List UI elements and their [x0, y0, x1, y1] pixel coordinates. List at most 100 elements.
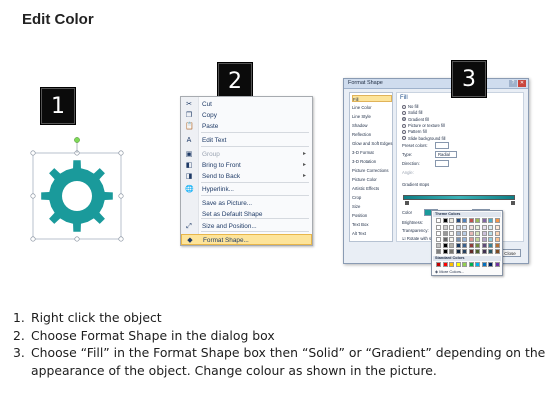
category-line-color[interactable]: Line Color [352, 104, 392, 111]
color-swatch[interactable] [449, 237, 454, 242]
category-3-d-rotation[interactable]: 3-D Rotation [352, 158, 392, 165]
color-swatch[interactable] [494, 225, 500, 230]
menu-item-save-as-picture[interactable]: Save as Picture... [181, 198, 312, 209]
color-swatch[interactable] [494, 231, 500, 236]
radio-button[interactable] [402, 130, 406, 135]
menu-item-bring-to-front[interactable]: ◧ Bring to Front ▸ [181, 160, 312, 171]
menu-item-edit-text[interactable]: A Edit Text [181, 135, 312, 146]
category-artistic-effects[interactable]: Artistic Effects [352, 185, 392, 192]
resize-handle[interactable] [74, 236, 80, 242]
color-swatch[interactable] [462, 231, 467, 236]
color-swatch[interactable] [468, 249, 474, 254]
menu-item-set-as-default-shape[interactable]: Set as Default Shape [181, 209, 312, 220]
color-swatch[interactable] [481, 225, 487, 230]
category-size[interactable]: Size [352, 203, 392, 210]
color-swatch[interactable] [455, 231, 461, 236]
color-swatch[interactable] [442, 225, 448, 230]
color-swatch[interactable] [488, 262, 493, 267]
menu-item-paste[interactable]: 📋 Paste [181, 121, 312, 132]
radio-button[interactable] [402, 111, 406, 116]
color-swatch[interactable] [442, 237, 448, 242]
category-position[interactable]: Position [352, 212, 392, 219]
close-icon[interactable]: ✕ [518, 80, 526, 87]
color-swatch[interactable] [442, 243, 448, 248]
color-swatch[interactable] [481, 262, 487, 267]
color-swatch[interactable] [449, 218, 454, 223]
color-swatch[interactable] [488, 218, 493, 223]
color-swatch[interactable] [436, 243, 441, 248]
category-picture-color[interactable]: Picture Color [352, 176, 392, 183]
color-swatch[interactable] [462, 262, 467, 267]
category-reflection[interactable]: Reflection [352, 131, 392, 138]
radio-button[interactable] [402, 117, 406, 122]
color-swatch[interactable] [475, 262, 480, 267]
resize-handle[interactable] [118, 150, 124, 156]
color-swatch[interactable] [462, 218, 467, 223]
menu-item-hyperlink[interactable]: 🌐 Hyperlink... [181, 184, 312, 195]
rotate-handle[interactable] [74, 137, 80, 143]
color-swatch[interactable] [442, 231, 448, 236]
category-line-style[interactable]: Line Style [352, 113, 392, 120]
color-swatch[interactable] [481, 249, 487, 254]
color-swatch[interactable] [475, 225, 480, 230]
color-swatch[interactable] [488, 249, 493, 254]
color-swatch[interactable] [475, 218, 480, 223]
color-swatch[interactable] [488, 243, 493, 248]
color-swatch[interactable] [449, 231, 454, 236]
color-swatch[interactable] [494, 262, 500, 267]
fill-option-slide-background-fill[interactable]: Slide background fill [402, 136, 445, 142]
category-fill[interactable]: Fill [352, 95, 392, 102]
category-crop[interactable]: Crop [352, 194, 392, 201]
color-swatch[interactable] [475, 237, 480, 242]
color-swatch[interactable] [494, 249, 500, 254]
color-swatch[interactable] [436, 249, 441, 254]
color-swatch[interactable] [468, 237, 474, 242]
color-swatch[interactable] [468, 225, 474, 230]
color-swatch[interactable] [481, 237, 487, 242]
menu-item-format-shape[interactable]: ◆ Format Shape... [181, 234, 312, 245]
radio-button[interactable] [402, 104, 406, 109]
gradient-stop-handle[interactable] [405, 201, 409, 205]
color-swatch[interactable] [481, 243, 487, 248]
color-swatch[interactable] [494, 218, 500, 223]
radio-button[interactable] [402, 123, 406, 128]
menu-item-copy[interactable]: ❐ Copy [181, 110, 312, 121]
color-swatch[interactable] [455, 225, 461, 230]
category-picture-corrections[interactable]: Picture Corrections [352, 167, 392, 174]
gradient-stop-handle[interactable] [511, 201, 515, 205]
color-swatch[interactable] [449, 262, 454, 267]
resize-handle[interactable] [30, 236, 36, 242]
color-swatch[interactable] [468, 218, 474, 223]
color-swatch[interactable] [488, 225, 493, 230]
color-swatch[interactable] [455, 218, 461, 223]
color-swatch[interactable] [494, 243, 500, 248]
color-swatch[interactable] [455, 243, 461, 248]
color-swatch[interactable] [455, 262, 461, 267]
color-swatch[interactable] [462, 225, 467, 230]
preset-colors-dropdown[interactable] [435, 142, 449, 149]
color-swatch[interactable] [468, 243, 474, 248]
category-shadow[interactable]: Shadow [352, 122, 392, 129]
category-alt-text[interactable]: Alt Text [352, 230, 392, 237]
menu-item-cut[interactable]: ✂ Cut [181, 99, 312, 110]
color-swatch[interactable] [449, 225, 454, 230]
menu-item-size-and-position[interactable]: ⤢ Size and Position... [181, 221, 312, 232]
type-select[interactable]: Radial [435, 151, 457, 158]
category-text-box[interactable]: Text Box [352, 221, 392, 228]
radio-button[interactable] [402, 136, 406, 141]
fill-option-gradient-fill[interactable]: Gradient fill [402, 117, 429, 123]
color-swatch[interactable] [462, 243, 467, 248]
color-swatch[interactable] [481, 231, 487, 236]
color-swatch[interactable] [442, 249, 448, 254]
more-colors-button[interactable]: ◈ More Colors... [435, 269, 464, 274]
color-swatch[interactable] [488, 231, 493, 236]
color-swatch[interactable] [475, 243, 480, 248]
gear-shape[interactable] [30, 137, 124, 242]
color-swatch[interactable] [475, 231, 480, 236]
color-swatch[interactable] [436, 262, 441, 267]
color-swatch[interactable] [462, 249, 467, 254]
fill-option-no-fill[interactable]: No fill [402, 104, 418, 110]
color-swatch[interactable] [468, 262, 474, 267]
color-swatch[interactable] [436, 237, 441, 242]
fill-option-pattern-fill[interactable]: Pattern fill [402, 129, 427, 135]
